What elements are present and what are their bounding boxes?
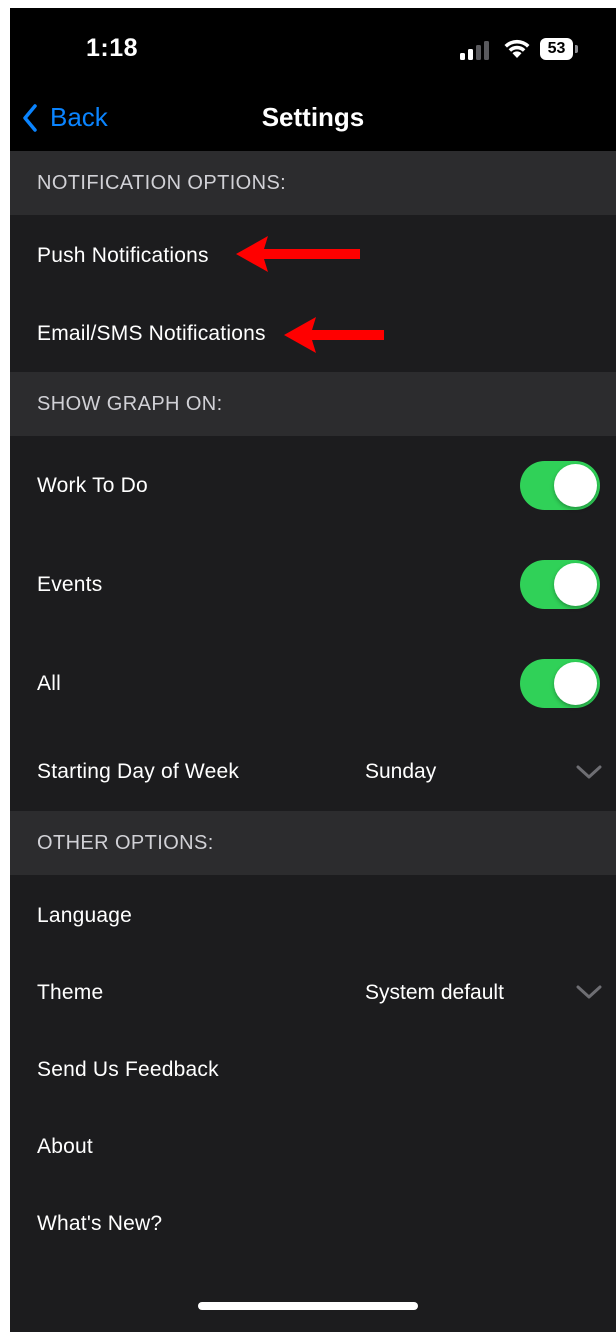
status-time: 1:18 (86, 34, 139, 62)
about-label: About (37, 1134, 93, 1158)
battery-level: 53 (540, 38, 573, 60)
all-toggle[interactable] (520, 659, 600, 708)
push-notifications-label: Push Notifications (37, 244, 209, 267)
home-indicator[interactable] (198, 1302, 418, 1310)
whats-new-label: What's New? (37, 1211, 163, 1235)
toggle-knob (554, 563, 597, 606)
theme-value: System default (365, 980, 504, 1004)
send-feedback-row[interactable]: Send Us Feedback (10, 1031, 616, 1108)
theme-label: Theme (37, 980, 104, 1004)
page-title: Settings (10, 102, 616, 133)
starting-day-label: Starting Day of Week (37, 760, 240, 783)
toggle-knob (554, 662, 597, 705)
language-label: Language (37, 903, 133, 927)
work-to-do-label: Work To Do (37, 473, 148, 497)
settings-screen: 1:18 53 Back Settings NOTIFICATION OPTIO… (10, 8, 616, 1332)
about-row[interactable]: About (10, 1108, 616, 1185)
starting-day-value: Sunday (365, 760, 437, 783)
language-row[interactable]: Language (10, 877, 616, 954)
section-header-other-options: OTHER OPTIONS: (10, 811, 616, 875)
work-to-do-row: Work To Do (10, 436, 616, 535)
section-header-show-graph-on: SHOW GRAPH ON: (10, 372, 616, 436)
whats-new-row[interactable]: What's New? (10, 1185, 616, 1262)
events-row: Events (10, 535, 616, 634)
chevron-down-icon (576, 765, 602, 779)
cellular-signal-icon (460, 40, 492, 60)
annotation-arrow-push (236, 236, 360, 272)
top-bar: 1:18 53 Back Settings (10, 8, 616, 151)
email-sms-notifications-label: Email/SMS Notifications (37, 321, 266, 345)
battery-icon: 53 (540, 38, 578, 60)
toggle-knob (554, 464, 597, 507)
work-to-do-toggle[interactable] (520, 461, 600, 510)
all-row: All (10, 634, 616, 733)
send-feedback-label: Send Us Feedback (37, 1057, 219, 1081)
starting-day-of-week-row[interactable]: Starting Day of Week Sunday (10, 733, 616, 811)
page-title-text: Settings (261, 102, 365, 132)
events-toggle[interactable] (520, 560, 600, 609)
section-header-notification-options: NOTIFICATION OPTIONS: (10, 151, 616, 215)
wifi-icon (504, 39, 530, 58)
chevron-down-icon (576, 985, 602, 999)
events-label: Events (37, 572, 103, 596)
annotation-arrow-email-sms (284, 317, 384, 353)
all-label: All (37, 671, 61, 695)
theme-row[interactable]: Theme System default (10, 954, 616, 1031)
